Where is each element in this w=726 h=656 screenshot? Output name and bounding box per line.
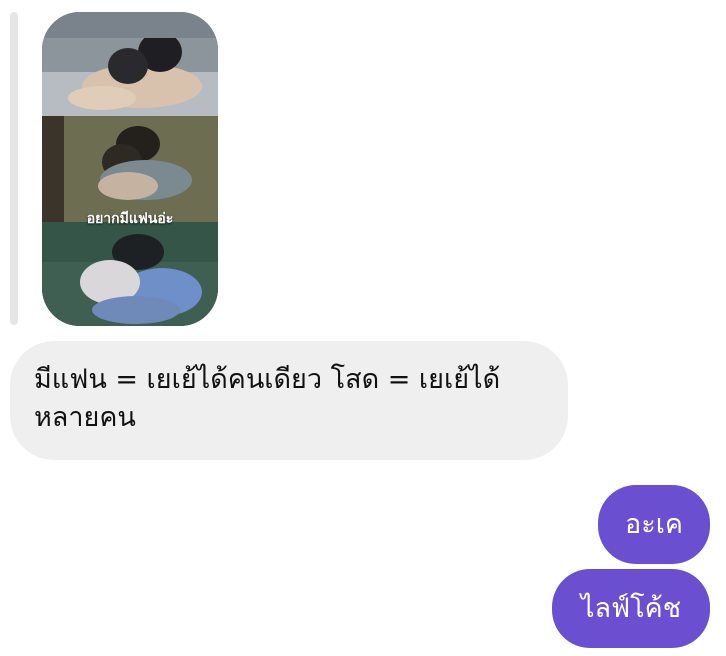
message-bubble-outgoing[interactable]: อะเค [598, 485, 710, 564]
message-bubble-incoming[interactable]: มีแฟน = เยเย้ได้คนเดียว โสด = เยเย้ได้ ห… [10, 341, 568, 460]
meme-caption: อยากมีแฟนอ่ะ [86, 211, 174, 227]
replied-meme-image[interactable]: อยากมีแฟนอ่ะ [42, 12, 218, 326]
photo-panel-middle [42, 116, 218, 222]
photo-panel-bottom [42, 222, 218, 326]
photo-panel-top [42, 12, 218, 116]
reply-indicator-bar [10, 12, 18, 325]
message-bubble-outgoing[interactable]: ไลฟ์โค้ช [552, 569, 710, 648]
